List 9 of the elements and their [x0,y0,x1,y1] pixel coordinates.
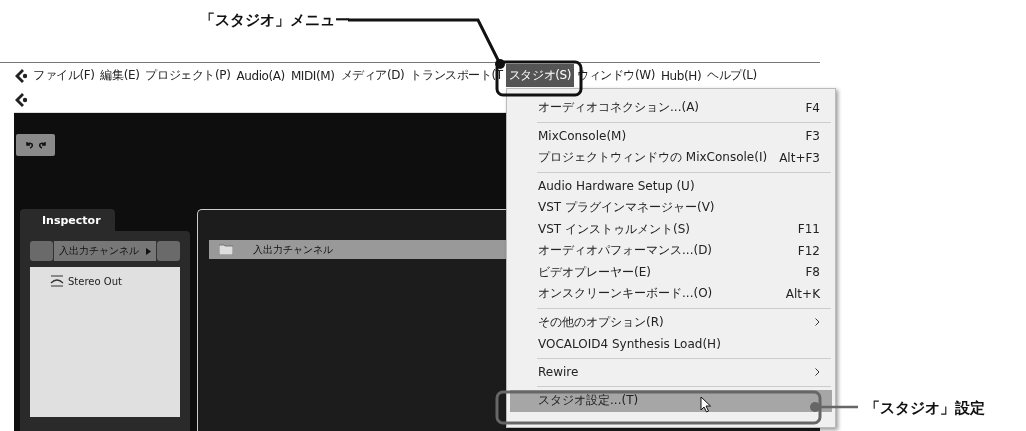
shortcut-label: Alt+K [785,286,820,301]
shortcut-label: F12 [797,243,820,258]
shortcut-label: F3 [805,129,820,144]
callout-label: 「スタジオ」設定 [865,399,985,417]
callout-label: 「スタジオ」メニュー [200,11,350,29]
shortcut-label: F4 [805,100,820,115]
shortcut-label: F11 [797,222,820,237]
shortcut-label: Alt+F3 [779,150,820,165]
shortcut-label: F8 [805,265,820,280]
